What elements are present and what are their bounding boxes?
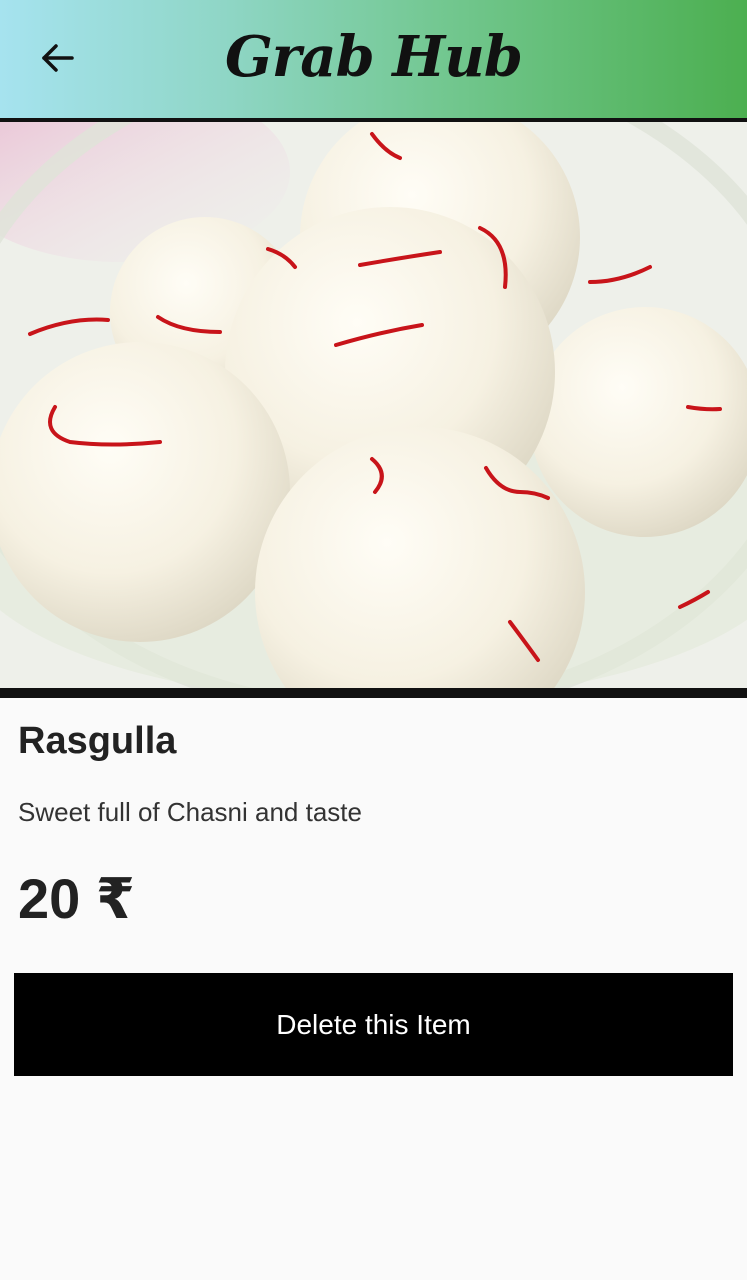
image-divider xyxy=(0,688,747,698)
delete-item-button[interactable]: Delete this Item xyxy=(14,973,733,1076)
item-name: Rasgulla xyxy=(18,720,177,762)
item-price: 20 ₹ xyxy=(18,867,135,930)
app-bar: Grab Hub xyxy=(0,0,747,118)
item-description: Sweet full of Chasni and taste xyxy=(18,797,362,827)
app-title: Grab Hub xyxy=(224,24,523,90)
item-image xyxy=(0,122,747,688)
